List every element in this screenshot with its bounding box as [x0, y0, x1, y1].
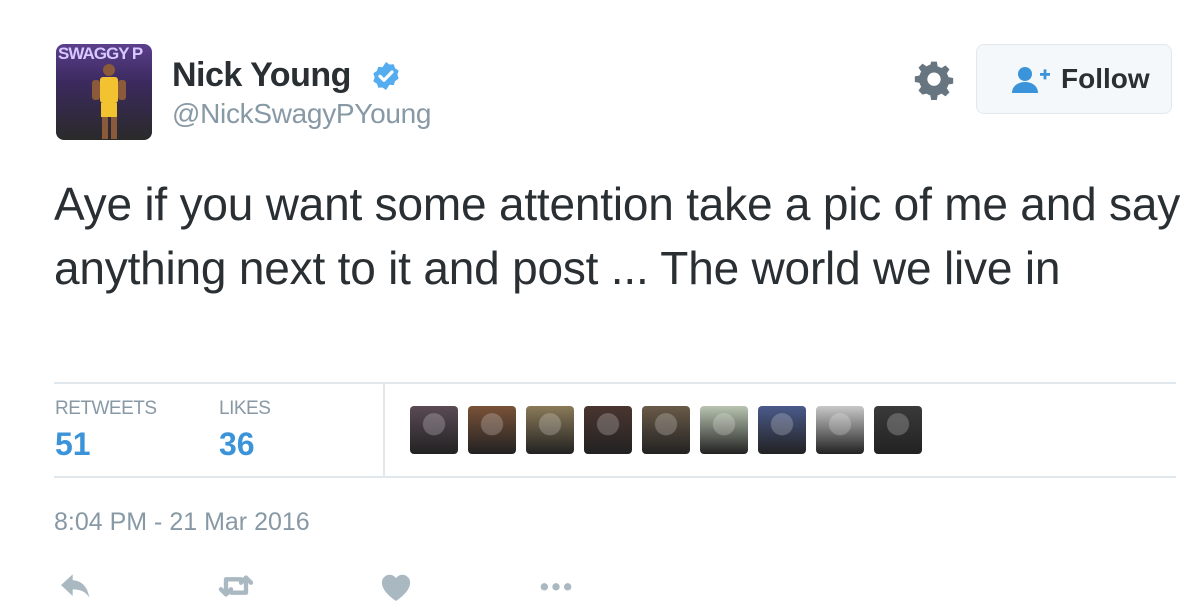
more-icon[interactable] [536, 566, 576, 606]
liker-avatar[interactable] [758, 406, 806, 454]
gear-icon[interactable] [914, 60, 954, 100]
stats-bottom-divider [54, 476, 1176, 478]
tweet-text: Aye if you want some attention take a pi… [54, 178, 1181, 294]
reply-icon[interactable] [56, 566, 96, 606]
retweets-label: RETWEETS [55, 398, 157, 419]
liker-avatar[interactable] [642, 406, 690, 454]
liker-avatar[interactable] [468, 406, 516, 454]
stats-vertical-divider [383, 382, 385, 477]
retweet-icon[interactable] [216, 566, 256, 606]
author-handle[interactable]: @NickSwagyPYoung [172, 98, 431, 130]
follow-label: Follow [1061, 63, 1150, 94]
liker-avatar[interactable] [816, 406, 864, 454]
tweet-timestamp[interactable]: 8:04 PM - 21 Mar 2016 [54, 508, 310, 537]
player-figure-icon [92, 64, 126, 139]
liker-avatar[interactable] [584, 406, 632, 454]
liker-avatar[interactable] [410, 406, 458, 454]
avatar-brand-text: SWAGGY P [58, 44, 143, 63]
like-icon[interactable] [376, 566, 416, 606]
retweets-count: 51 [55, 426, 91, 462]
likes-label: LIKES [219, 398, 271, 419]
liker-avatar[interactable] [700, 406, 748, 454]
author-name[interactable]: Nick Young [172, 56, 351, 95]
likes-count: 36 [219, 426, 255, 462]
stats-top-divider [54, 382, 1176, 384]
liker-avatar[interactable] [874, 406, 922, 454]
add-user-icon [1012, 67, 1050, 93]
verified-badge-icon [373, 62, 399, 90]
author-avatar[interactable]: SWAGGY P [56, 44, 152, 140]
liker-avatar[interactable] [526, 406, 574, 454]
follow-button[interactable]: Follow [976, 44, 1172, 114]
